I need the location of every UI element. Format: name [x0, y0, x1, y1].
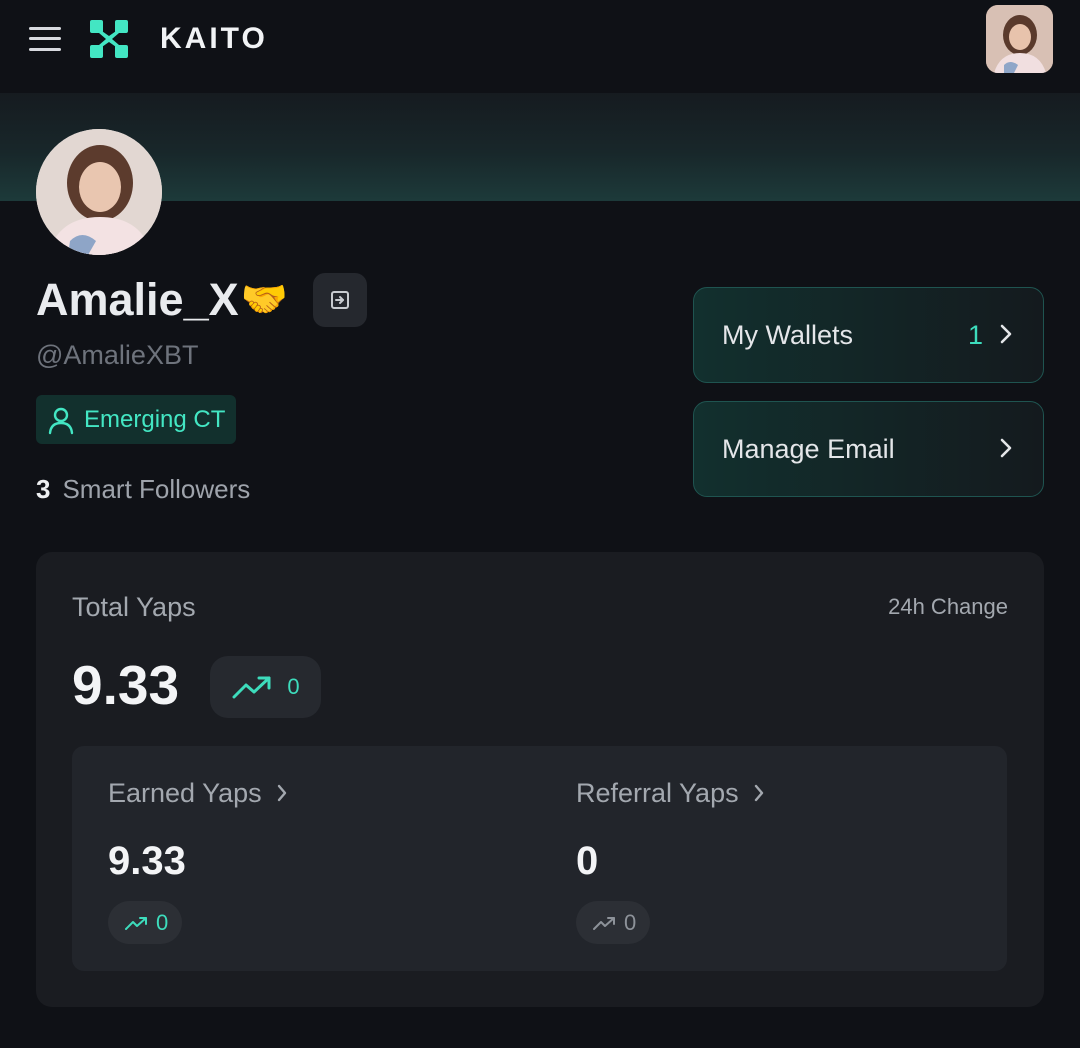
referral-yaps-link[interactable]: Referral Yaps [576, 776, 765, 810]
total-yaps-value: 9.33 [72, 654, 180, 716]
change-period-label: 24h Change [888, 594, 1008, 619]
manage-email-button[interactable]: Manage Email [693, 401, 1044, 497]
chevron-right-icon [754, 784, 763, 802]
chevron-right-icon [277, 784, 286, 802]
my-wallets-button[interactable]: My Wallets 1 [693, 287, 1044, 383]
earned-yaps-change-badge: 0 [108, 901, 183, 944]
profile-avatar [36, 129, 162, 255]
earned-yaps-link[interactable]: Earned Yaps [108, 776, 288, 810]
display-name-text: Amalie_X [36, 274, 239, 325]
yaps-card: Total Yaps 24h Change 9.33 0 Earned Yaps… [36, 552, 1044, 1007]
profile-display-name: Amalie_X 🤝 [36, 274, 288, 326]
earned-yaps-value: 9.33 [108, 839, 186, 883]
total-yaps-title: Total Yaps [72, 592, 196, 622]
menu-icon[interactable] [29, 26, 61, 52]
profile-banner [0, 93, 1080, 201]
chevron-right-icon [1000, 324, 1012, 344]
referral-yaps-value: 0 [576, 839, 599, 883]
referral-yaps-label: Referral Yaps [576, 778, 739, 808]
smart-followers-count: 3 [36, 474, 51, 504]
brand-name[interactable]: KAITO [160, 22, 268, 56]
wallets-count: 1 [967, 320, 983, 350]
total-yaps-change: 0 [287, 674, 300, 699]
chevron-right-icon [1000, 438, 1012, 458]
top-navigation-bar: KAITO [0, 0, 1080, 93]
my-wallets-label: My Wallets [722, 320, 854, 350]
smart-followers[interactable]: 3 Smart Followers [36, 473, 250, 505]
trending-up-icon [593, 916, 615, 930]
referral-yaps-change: 0 [624, 909, 637, 935]
yaps-breakdown: Earned Yaps 9.33 0 Referral Yaps 0 0 [72, 746, 1007, 971]
total-yaps-change-badge: 0 [210, 656, 321, 718]
user-avatar[interactable] [986, 5, 1053, 73]
sign-out-icon [331, 291, 349, 309]
kaito-logo-icon[interactable] [90, 20, 128, 58]
smart-followers-label: Smart Followers [62, 474, 251, 504]
status-badge: Emerging CT [36, 395, 237, 444]
user-icon [48, 407, 74, 434]
handshake-icon: 🤝 [240, 279, 288, 321]
earned-yaps-change: 0 [156, 909, 169, 935]
referral-yaps-change-badge: 0 [576, 901, 651, 944]
sign-out-button[interactable] [313, 273, 367, 327]
trending-up-icon [232, 676, 271, 699]
profile-handle: @AmalieXBT [36, 340, 199, 370]
badge-label: Emerging CT [84, 405, 226, 433]
trending-up-icon [125, 916, 147, 930]
earned-yaps-label: Earned Yaps [108, 778, 262, 808]
manage-email-label: Manage Email [722, 434, 895, 464]
